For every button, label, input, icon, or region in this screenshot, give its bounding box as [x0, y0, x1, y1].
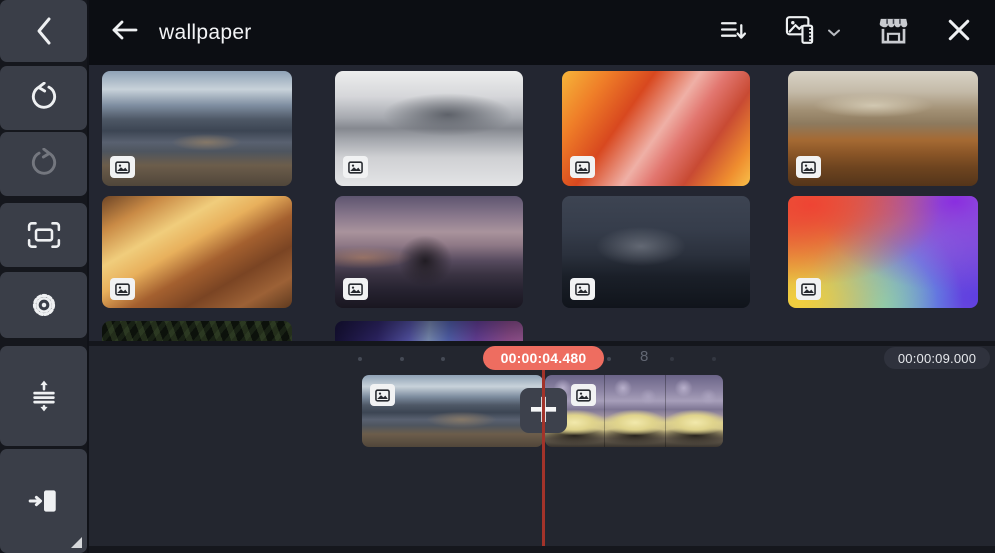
ruler-tick: [358, 357, 362, 361]
image-badge-icon: [343, 278, 368, 300]
thumbnail-fortress-sunset[interactable]: [335, 196, 523, 308]
undo-button[interactable]: [0, 66, 87, 130]
image-badge-icon: [370, 384, 395, 406]
back-arrow-icon: [109, 18, 139, 47]
image-badge-icon: [110, 156, 135, 178]
thumbnail-rainbow-gradient[interactable]: [788, 196, 978, 308]
more-options-corner-icon: [71, 537, 82, 548]
back-button[interactable]: [105, 14, 143, 51]
collapse-panel-button[interactable]: [0, 0, 87, 62]
timeline-panel: 8 00:00:09.000 00:00:04.480 +: [89, 346, 995, 553]
store-button[interactable]: [878, 16, 909, 50]
tool-sidebar: [0, 0, 89, 553]
clip-mountain-lake[interactable]: [362, 375, 543, 447]
store-icon: [878, 16, 909, 50]
clip-frame: [605, 375, 665, 447]
ruler-tick: [441, 357, 445, 361]
ruler-tick: [400, 357, 404, 361]
thumbnail-palm-leaves[interactable]: [102, 321, 292, 341]
thumbnail-dark-mountain-forest[interactable]: [562, 196, 750, 308]
image-badge-icon: [343, 156, 368, 178]
video-editor-app: wallpaper: [0, 0, 995, 553]
media-browser-header: wallpaper: [89, 0, 995, 65]
insert-clip-button[interactable]: [0, 449, 87, 553]
thumbnail-sandstone-canyon[interactable]: [102, 196, 292, 308]
capture-frame-icon: [27, 221, 61, 249]
image-badge-icon: [796, 156, 821, 178]
undo-icon: [28, 82, 60, 114]
redo-icon: [28, 148, 60, 180]
chevron-left-icon: [33, 15, 55, 47]
close-button[interactable]: [947, 18, 971, 47]
expand-tracks-button[interactable]: [0, 346, 87, 446]
playhead[interactable]: [542, 368, 545, 546]
settings-button[interactable]: [0, 272, 87, 338]
thumbnail-aurora-gradient[interactable]: [335, 321, 523, 341]
media-grid[interactable]: [89, 65, 995, 341]
expand-tracks-icon: [28, 380, 60, 412]
clip-frame: [666, 375, 723, 447]
image-badge-icon: [110, 278, 135, 300]
settings-gear-icon: [28, 289, 60, 321]
total-duration-badge: 00:00:09.000: [884, 347, 990, 369]
close-icon: [947, 18, 971, 47]
thumbnail-mountain-lake[interactable]: [102, 71, 292, 186]
media-filter-icon: [785, 15, 821, 50]
page-title: wallpaper: [159, 21, 252, 45]
thumbnail-foggy-mountains[interactable]: [335, 71, 523, 186]
ruler-tick: [712, 357, 716, 361]
capture-frame-button[interactable]: [0, 203, 87, 267]
timeline-bottom-edge: [89, 546, 995, 553]
clip-sports-car[interactable]: [545, 375, 723, 447]
ruler-tick: [607, 357, 611, 361]
current-time-badge: 00:00:04.480: [483, 346, 604, 370]
sort-button[interactable]: [720, 18, 747, 48]
chevron-down-icon: [828, 24, 840, 42]
image-badge-icon: [796, 278, 821, 300]
image-badge-icon: [570, 156, 595, 178]
thumbnail-orange-canyon[interactable]: [562, 71, 750, 186]
redo-button[interactable]: [0, 132, 87, 196]
insert-clip-icon: [28, 486, 60, 516]
thumbnail-great-wall-autumn[interactable]: [788, 71, 978, 186]
ruler-tick: [670, 357, 674, 361]
image-badge-icon: [570, 278, 595, 300]
media-type-filter-button[interactable]: [785, 15, 840, 50]
ruler-second-label: 8: [640, 348, 648, 365]
image-badge-icon: [571, 384, 596, 406]
sort-icon: [720, 18, 747, 48]
